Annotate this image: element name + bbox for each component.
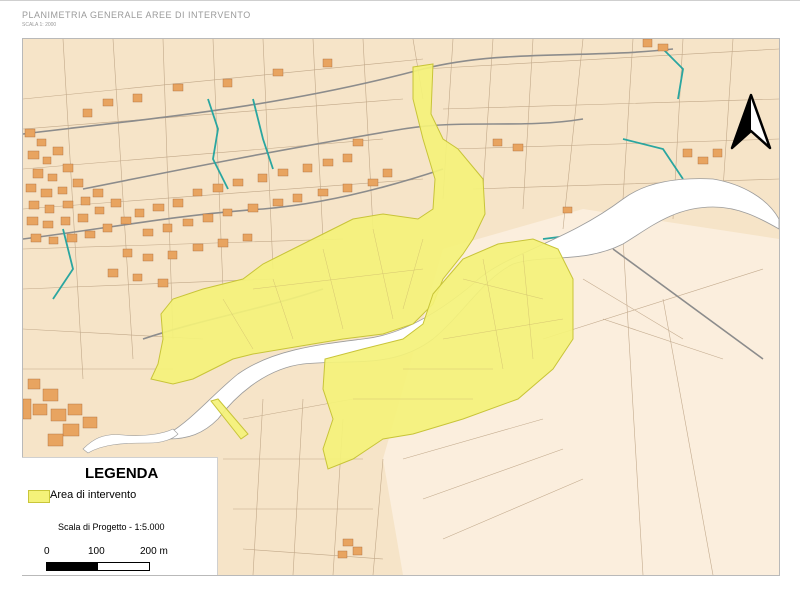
- legend-title: LEGENDA: [85, 465, 159, 482]
- map-title: PLANIMETRIA GENERALE AREE DI INTERVENTO: [22, 10, 251, 20]
- scalebar-label-200m: 200 m: [140, 546, 168, 557]
- legend-item-label: Area di intervento: [50, 489, 137, 501]
- river-branch: [82, 428, 179, 454]
- north-arrow-icon: [728, 93, 774, 151]
- scalebar-label-100: 100: [88, 546, 105, 557]
- legend-swatch-intervention-area: [28, 490, 50, 503]
- legend-panel: LEGENDA Area di intervento Scala di Prog…: [22, 457, 218, 575]
- legend-scale-text: Scala di Progetto - 1:5.000: [58, 522, 165, 532]
- map-scale-note: SCALA 1: 2000: [22, 22, 57, 28]
- scalebar-black-segment: [47, 563, 98, 570]
- scalebar-label-0: 0: [44, 546, 50, 557]
- scalebar: [46, 562, 150, 571]
- top-border-line: [0, 0, 800, 1]
